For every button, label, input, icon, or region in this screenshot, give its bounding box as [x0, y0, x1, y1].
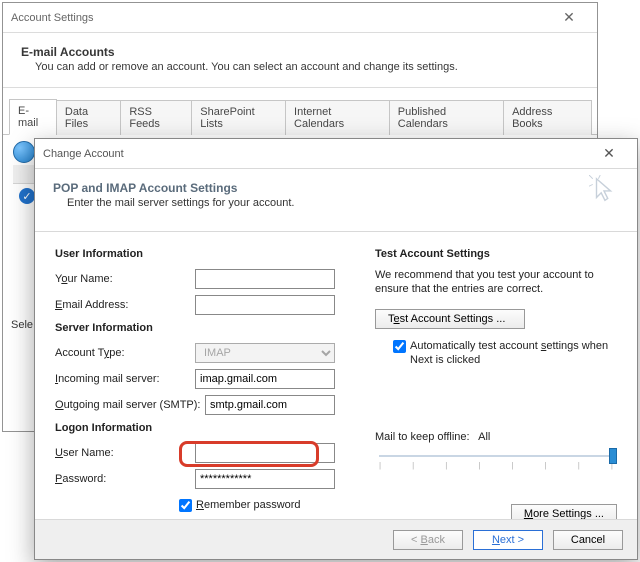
field-email-address: Email Address:	[55, 294, 355, 316]
header-title: E-mail Accounts	[21, 45, 579, 59]
tab-email[interactable]: E-mail	[9, 99, 57, 135]
password-input[interactable]	[195, 469, 335, 489]
outgoing-server-input[interactable]	[205, 395, 335, 415]
field-your-name: Your Name:	[55, 268, 355, 290]
account-type-label: Account Type:	[55, 347, 195, 359]
cancel-button[interactable]: Cancel	[553, 530, 623, 550]
close-icon[interactable]: ✕	[549, 4, 589, 32]
window-title: Change Account	[43, 148, 589, 160]
mail-offline-slider[interactable]	[379, 455, 613, 457]
back-button: < Back	[393, 530, 463, 550]
tab-internet-calendars[interactable]: Internet Calendars	[285, 100, 390, 135]
your-name-input[interactable]	[195, 269, 335, 289]
content-columns: User Information Your Name: Email Addres…	[35, 232, 637, 559]
tab-data-files[interactable]: Data Files	[56, 100, 121, 135]
field-auto-test: Automatically test account settings when…	[393, 339, 617, 368]
divider	[3, 87, 597, 88]
header-subtitle: You can add or remove an account. You ca…	[35, 61, 579, 73]
user-name-label: User Name:	[55, 447, 195, 459]
field-account-type: Account Type: IMAP	[55, 342, 355, 364]
section-logon-info: Logon Information	[55, 422, 355, 434]
mail-offline-label: Mail to keep offline:	[375, 431, 470, 443]
change-account-titlebar: Change Account ✕	[35, 139, 637, 169]
tabs-row: E-mail Data Files RSS Feeds SharePoint L…	[3, 98, 597, 135]
remember-password-label[interactable]: Remember password	[196, 499, 336, 511]
tab-published-calendars[interactable]: Published Calendars	[389, 100, 504, 135]
cursor-icon	[589, 175, 619, 205]
tab-address-books[interactable]: Address Books	[503, 100, 592, 135]
your-name-label: Your Name:	[55, 273, 195, 285]
next-button[interactable]: Next >	[473, 530, 543, 550]
wizard-footer: < Back Next > Cancel	[35, 519, 637, 559]
slider-ticks: ||||||||	[379, 461, 613, 470]
incoming-server-label: Incoming mail server:	[55, 373, 195, 385]
tab-rss-feeds[interactable]: RSS Feeds	[120, 100, 192, 135]
account-settings-header: E-mail Accounts You can add or remove an…	[3, 33, 597, 81]
globe-icon[interactable]	[13, 141, 35, 163]
account-type-select: IMAP	[195, 343, 335, 363]
auto-test-checkbox[interactable]	[393, 340, 406, 353]
email-address-input[interactable]	[195, 295, 335, 315]
change-account-window: Change Account ✕ POP and IMAP Account Se…	[34, 138, 638, 560]
outgoing-server-label: Outgoing mail server (SMTP):	[55, 399, 205, 411]
test-account-text: We recommend that you test your account …	[375, 268, 617, 297]
password-label: Password:	[55, 473, 195, 485]
check-icon: ✓	[19, 188, 35, 204]
test-account-button[interactable]: Test Account Settings ...	[375, 309, 525, 329]
field-incoming-server: Incoming mail server:	[55, 368, 355, 390]
account-settings-titlebar: Account Settings ✕	[3, 3, 597, 33]
mail-offline-value: All	[478, 431, 490, 443]
selected-label: Sele	[11, 319, 33, 331]
remember-password-checkbox[interactable]	[179, 499, 192, 512]
email-address-label: Email Address:	[55, 299, 195, 311]
left-column: User Information Your Name: Email Addres…	[55, 242, 355, 559]
field-password: Password:	[55, 468, 355, 490]
slider-thumb[interactable]	[609, 448, 617, 464]
section-server-info: Server Information	[55, 322, 355, 334]
tab-sharepoint[interactable]: SharePoint Lists	[191, 100, 286, 135]
window-title: Account Settings	[11, 12, 549, 24]
field-outgoing-server: Outgoing mail server (SMTP):	[55, 394, 355, 416]
incoming-server-input[interactable]	[195, 369, 335, 389]
section-user-info: User Information	[55, 248, 355, 260]
header-title: POP and IMAP Account Settings	[53, 181, 619, 195]
right-column: Test Account Settings We recommend that …	[375, 242, 617, 559]
field-user-name: User Name:	[55, 442, 355, 464]
header-subtitle: Enter the mail server settings for your …	[67, 197, 619, 209]
field-remember-password: Remember password	[179, 494, 355, 516]
change-account-header: POP and IMAP Account Settings Enter the …	[35, 169, 637, 225]
auto-test-label[interactable]: Automatically test account settings when…	[410, 339, 617, 368]
user-name-input[interactable]	[195, 443, 335, 463]
mail-offline-row: Mail to keep offline: All ||||||||	[375, 431, 617, 470]
close-icon[interactable]: ✕	[589, 140, 629, 168]
section-test-account: Test Account Settings	[375, 248, 617, 260]
